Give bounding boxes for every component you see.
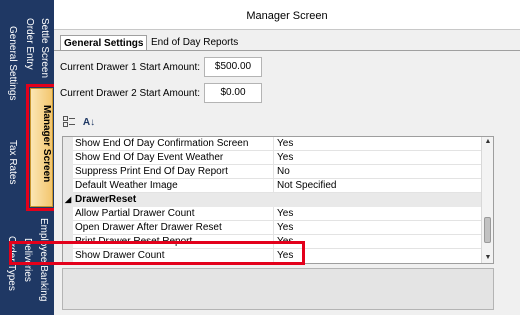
drawer2-amount-field[interactable]: $0.00 [204, 83, 262, 103]
highlight-box-manager-tab [26, 84, 57, 211]
grid-row-name: Default Weather Image [75, 180, 178, 191]
grid-row-name: Show End Of Day Event Weather [75, 152, 224, 163]
drawer1-amount-field[interactable]: $500.00 [204, 57, 262, 77]
highlight-box-show-drawer-count [9, 241, 305, 265]
alphabetical-sort-icon[interactable]: A↓ [82, 116, 96, 130]
drawer1-label: Current Drawer 1 Start Amount: [60, 62, 201, 73]
grid-row-value[interactable]: Yes [277, 138, 293, 149]
tab-tax-rates[interactable]: Tax Rates [7, 140, 18, 184]
tab-end-of-day-reports[interactable]: End of Day Reports [148, 35, 241, 51]
categorized-icon[interactable] [62, 116, 76, 130]
grid-row-value[interactable]: Yes [277, 152, 293, 163]
grid-row-name: Suppress Print End Of Day Report [75, 166, 228, 177]
vertical-scrollbar[interactable]: ▲ ▼ [481, 137, 493, 263]
tab-order-entry[interactable]: Order Entry [24, 18, 35, 70]
page-title: Manager Screen [246, 10, 328, 22]
grid-row-value[interactable]: Yes [277, 222, 293, 233]
grid-row[interactable]: Allow Partial Drawer Count Yes [63, 207, 487, 221]
tab-divider [54, 50, 520, 51]
grid-row-name: Open Drawer After Drawer Reset [75, 222, 222, 233]
tab-settle-screen[interactable]: Settle Screen [39, 18, 50, 78]
scroll-up-icon[interactable]: ▲ [482, 137, 493, 147]
grid-category-label: DrawerReset [75, 194, 137, 205]
grid-row[interactable]: Suppress Print End Of Day Report No [63, 165, 487, 179]
grid-row[interactable]: Show End Of Day Confirmation Screen Yes [63, 137, 487, 151]
grid-row[interactable]: Open Drawer After Drawer Reset Yes [63, 221, 487, 235]
grid-row-value[interactable]: No [277, 166, 290, 177]
collapse-icon[interactable]: ◢ [65, 195, 71, 204]
drawer2-label: Current Drawer 2 Start Amount: [60, 88, 201, 99]
grid-row-value[interactable]: Yes [277, 208, 293, 219]
grid-row-name: Show End Of Day Confirmation Screen [75, 138, 249, 149]
grid-row[interactable]: Default Weather Image Not Specified [63, 179, 487, 193]
grid-category-row[interactable]: ◢ DrawerReset [63, 193, 487, 207]
description-panel [62, 268, 494, 310]
grid-row-name: Allow Partial Drawer Count [75, 208, 195, 219]
scroll-down-icon[interactable]: ▼ [482, 253, 493, 263]
tab-general-settings-top[interactable]: General Settings [60, 35, 148, 51]
grid-row[interactable]: Show End Of Day Event Weather Yes [63, 151, 487, 165]
title-bar: Manager Screen [54, 0, 520, 30]
main-panel: Manager Screen General Settings End of D… [54, 0, 520, 315]
grid-row-value[interactable]: Not Specified [277, 180, 336, 191]
tab-general-settings[interactable]: General Settings [7, 26, 18, 101]
scroll-thumb[interactable] [484, 217, 491, 243]
